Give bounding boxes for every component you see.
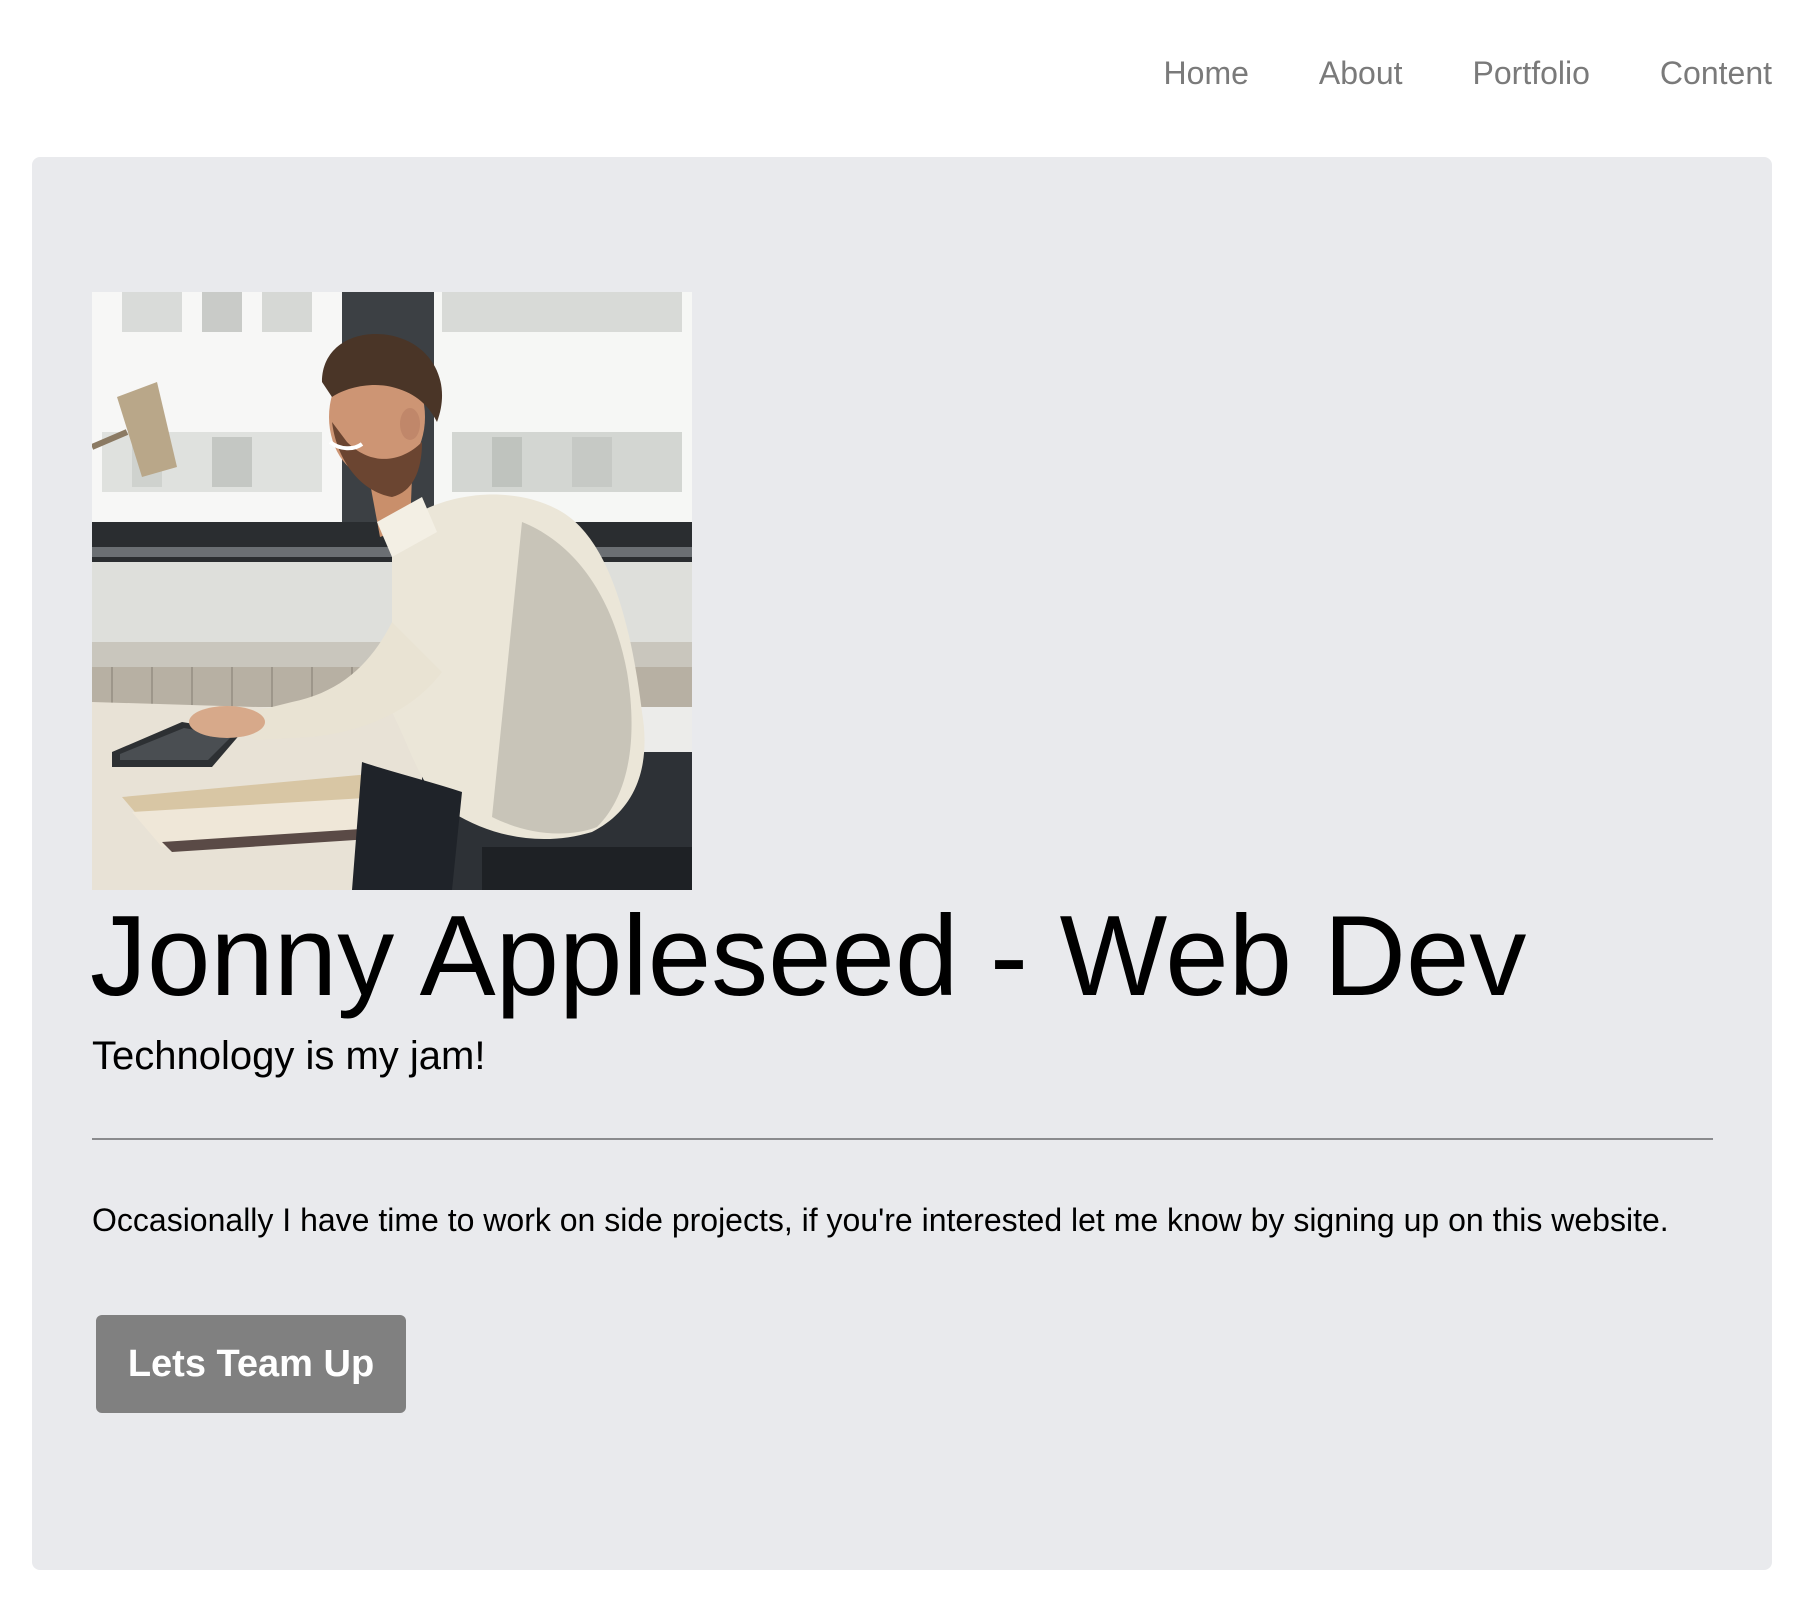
nav-link-content[interactable]: Content bbox=[1660, 55, 1772, 92]
description-text: Occasionally I have time to work on side… bbox=[92, 1202, 1669, 1238]
lets-team-up-button[interactable]: Lets Team Up bbox=[96, 1315, 406, 1413]
profile-photo bbox=[92, 292, 692, 890]
nav-link-portfolio[interactable]: Portfolio bbox=[1473, 55, 1590, 92]
divider bbox=[92, 1138, 1713, 1140]
top-nav: Home About Portfolio Content bbox=[1164, 50, 1772, 96]
page-title: Jonny Appleseed - Web Dev bbox=[90, 893, 1527, 1020]
tagline: Technology is my jam! bbox=[92, 1034, 486, 1078]
nav-link-home[interactable]: Home bbox=[1164, 55, 1249, 92]
hero-panel: Jonny Appleseed - Web Dev Technology is … bbox=[32, 157, 1772, 1570]
nav-link-about[interactable]: About bbox=[1319, 55, 1403, 92]
